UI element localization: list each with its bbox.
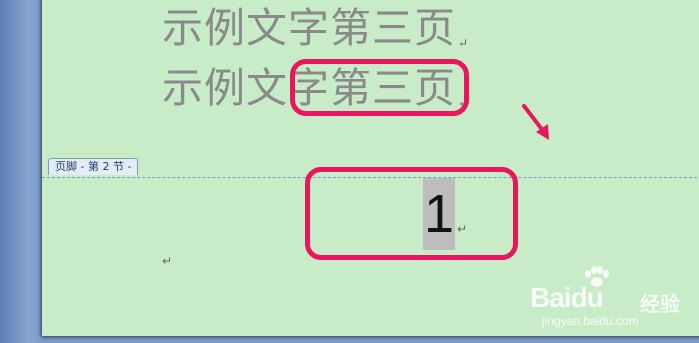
document-workspace: 示例文字第三页 ↵ 示例文字第三页 ↵ 页脚 - 第 2 节 - 1 ↵ ↵ Bai…: [0, 0, 699, 343]
paragraph-mark: ↵: [162, 254, 173, 268]
highlight-annotation-page-number: [305, 167, 518, 260]
annotation-arrow-icon: [522, 104, 549, 140]
watermark-product: 经验: [640, 292, 680, 316]
baidu-jingyan-watermark: Baidu 经验 jingyan.baidu.com: [530, 266, 690, 328]
body-text-line[interactable]: 示例文字第三页 ↵: [162, 8, 470, 50]
highlight-annotation-text: [290, 59, 469, 116]
watermark-url: jingyan.baidu.com: [542, 314, 639, 328]
footer-section-tag: 页脚 - 第 2 节 -: [48, 158, 139, 175]
watermark-logo: Baidu: [530, 282, 604, 313]
paragraph-mark: ↵: [458, 36, 470, 50]
body-text[interactable]: 示例文字第三页: [162, 4, 456, 52]
